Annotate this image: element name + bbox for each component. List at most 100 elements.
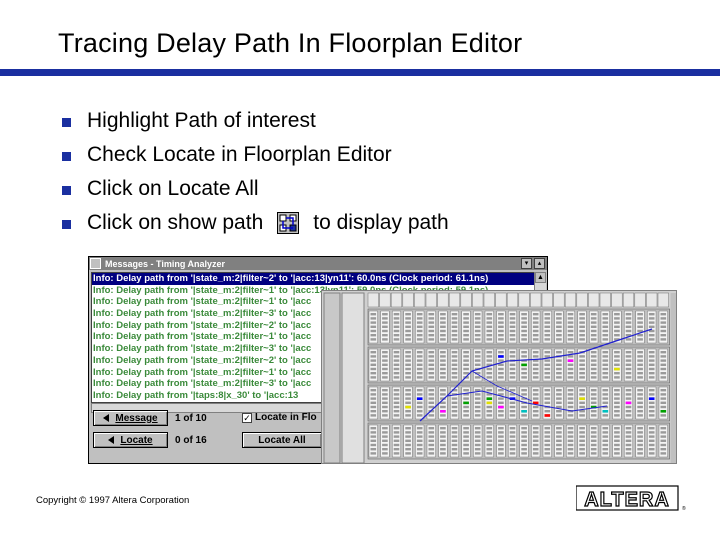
macrocell bbox=[451, 435, 458, 438]
macrocell bbox=[637, 452, 643, 455]
column-header bbox=[425, 292, 437, 308]
macrocell bbox=[463, 367, 469, 371]
macrocell bbox=[498, 435, 504, 438]
locate-in-floorplan-checkbox[interactable]: ✓ bbox=[242, 413, 252, 423]
locate-button[interactable]: Locate bbox=[93, 432, 168, 448]
bullet-list: Highlight Path of interest Check Locate … bbox=[62, 104, 449, 240]
floorplan-editor[interactable] bbox=[321, 290, 677, 464]
macrocell bbox=[474, 410, 481, 413]
macrocell bbox=[440, 355, 446, 358]
macrocell bbox=[498, 410, 504, 413]
macrocell bbox=[660, 427, 667, 430]
macrocell bbox=[405, 389, 411, 392]
scroll-up-icon[interactable]: ▲ bbox=[535, 272, 546, 283]
macrocell bbox=[556, 351, 562, 354]
macrocell bbox=[486, 414, 493, 417]
macrocell bbox=[405, 372, 411, 375]
macrocell bbox=[544, 393, 551, 396]
macrocell bbox=[660, 439, 667, 442]
macrocell bbox=[625, 363, 632, 366]
column-header bbox=[518, 292, 530, 308]
macrocell bbox=[625, 435, 632, 438]
macrocell bbox=[556, 401, 562, 404]
maximize-icon[interactable]: ▴ bbox=[534, 258, 545, 269]
macrocell bbox=[440, 405, 446, 409]
macrocell bbox=[393, 431, 400, 434]
macrocell bbox=[602, 397, 609, 400]
macrocell bbox=[544, 334, 551, 337]
macrocell bbox=[521, 325, 527, 328]
macrocell bbox=[625, 410, 632, 413]
macrocell bbox=[416, 405, 423, 409]
macrocell bbox=[579, 359, 585, 362]
macrocell bbox=[416, 329, 423, 333]
macrocell bbox=[498, 363, 504, 366]
macrocell bbox=[428, 439, 435, 442]
macrocell bbox=[370, 376, 377, 379]
macrocell bbox=[474, 363, 481, 366]
macrocell bbox=[579, 393, 585, 396]
macrocell bbox=[602, 355, 609, 358]
macrocell bbox=[440, 329, 446, 333]
macrocell bbox=[637, 355, 643, 358]
message-button-label: Message bbox=[115, 412, 158, 424]
macrocell bbox=[393, 338, 400, 341]
column-header bbox=[611, 292, 623, 308]
macrocell bbox=[498, 397, 504, 400]
macrocell bbox=[486, 431, 493, 434]
macrocell bbox=[637, 372, 643, 375]
macrocell bbox=[498, 427, 504, 430]
macrocell bbox=[590, 355, 597, 358]
macrocell bbox=[486, 338, 493, 341]
macrocell bbox=[590, 397, 597, 400]
macrocell bbox=[567, 321, 574, 324]
macrocell bbox=[509, 317, 516, 320]
macrocell bbox=[451, 317, 458, 320]
macrocell bbox=[509, 389, 516, 392]
macrocell bbox=[567, 355, 574, 358]
highlighted-macrocell bbox=[648, 397, 655, 400]
column-header bbox=[599, 292, 611, 308]
macrocell bbox=[590, 410, 597, 413]
macrocell bbox=[648, 355, 655, 358]
macrocell bbox=[556, 338, 562, 341]
macrocell bbox=[567, 435, 574, 438]
macrocell bbox=[521, 431, 527, 434]
column-header bbox=[530, 292, 542, 308]
macrocell bbox=[486, 359, 493, 362]
macrocell bbox=[416, 427, 423, 430]
macrocell bbox=[637, 313, 643, 316]
macrocell bbox=[451, 363, 458, 366]
macrocell bbox=[486, 443, 493, 447]
macrocell bbox=[556, 363, 562, 366]
macrocell bbox=[463, 443, 469, 447]
message-button[interactable]: Message bbox=[93, 410, 168, 426]
macrocell bbox=[393, 317, 400, 320]
title-rule bbox=[0, 69, 720, 76]
macrocell bbox=[463, 359, 469, 362]
macrocell bbox=[474, 439, 481, 442]
macrocell bbox=[579, 372, 585, 375]
highlighted-macrocell bbox=[602, 410, 609, 413]
minimize-icon[interactable]: ▾ bbox=[521, 258, 532, 269]
macrocell bbox=[590, 443, 597, 447]
macrocell bbox=[544, 435, 551, 438]
column-header bbox=[506, 292, 519, 308]
macrocell bbox=[556, 427, 562, 430]
macrocell bbox=[463, 334, 469, 337]
macrocell bbox=[370, 351, 377, 354]
macrocell bbox=[440, 367, 446, 371]
macrocell bbox=[556, 448, 562, 451]
macrocell bbox=[625, 405, 632, 409]
system-menu-icon[interactable] bbox=[90, 258, 101, 269]
macrocell bbox=[660, 431, 667, 434]
locate-all-button[interactable]: Locate All bbox=[242, 432, 322, 448]
macrocell bbox=[498, 321, 504, 324]
macrocell bbox=[428, 321, 435, 324]
macrocell bbox=[579, 443, 585, 447]
show-path-icon[interactable] bbox=[277, 212, 300, 234]
floorplan-grid[interactable] bbox=[322, 291, 677, 464]
macrocell bbox=[509, 431, 516, 434]
macrocell bbox=[463, 405, 469, 409]
message-row-selected[interactable]: Info: Delay path from '|state_m:2|filter… bbox=[92, 273, 534, 285]
